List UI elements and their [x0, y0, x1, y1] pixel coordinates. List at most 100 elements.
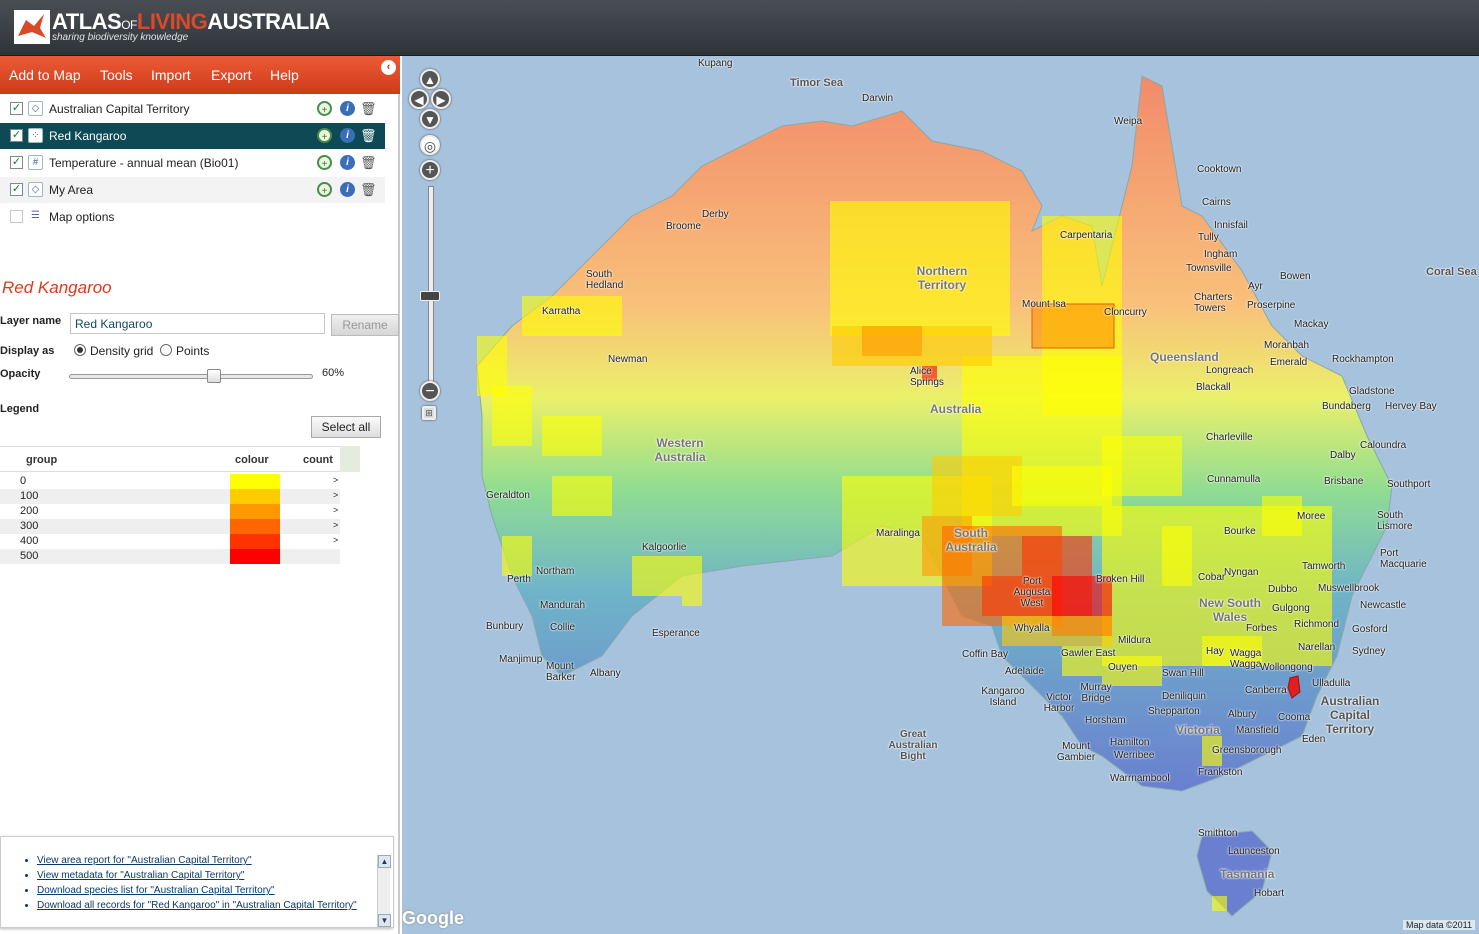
pan-up-icon[interactable]: ▲: [420, 69, 440, 89]
layer-row-act[interactable]: ✓ ◇ Australian Capital Territory + i 🗑: [0, 96, 385, 122]
layer-name-input[interactable]: [70, 313, 325, 334]
tagline: sharing biodiversity knowledge: [52, 32, 189, 43]
info-icon[interactable]: i: [340, 155, 355, 170]
map-label-perth: Perth: [507, 574, 531, 585]
download-records-link[interactable]: Download all records for "Red Kangaroo" …: [37, 898, 357, 913]
view-area-report-link[interactable]: View area report for "Australian Capital…: [37, 853, 357, 868]
links-scrollbar[interactable]: ▲ ▼: [377, 855, 391, 927]
legend-count-value[interactable]: >: [333, 505, 338, 515]
map-label-esperance: Esperance: [652, 628, 700, 639]
layer-checkbox[interactable]: ✓: [10, 156, 23, 169]
map-view[interactable]: Kupang Timor Sea Darwin Weipa Derby Broo…: [402, 56, 1479, 934]
select-all-button[interactable]: Select all: [311, 416, 381, 438]
area-links-box: View area report for "Australian Capital…: [0, 836, 394, 928]
menu-add-to-map[interactable]: Add to Map: [9, 67, 81, 83]
map-label-muswellbrook: Muswellbrook: [1318, 583, 1380, 594]
list-icon: ☰: [28, 209, 43, 224]
legend-col-group[interactable]: group: [26, 454, 57, 466]
menu-import[interactable]: Import: [151, 67, 191, 83]
scroll-down-icon[interactable]: ▼: [378, 914, 391, 927]
points-radio[interactable]: [160, 344, 172, 356]
legend-row[interactable]: 100 >: [0, 489, 340, 504]
trash-icon[interactable]: 🗑: [360, 155, 377, 170]
map-label-act: Australian Capital Territory: [1320, 694, 1380, 736]
scroll-up-icon[interactable]: ▲: [378, 855, 391, 868]
map-label-moree: Moree: [1297, 511, 1326, 522]
layer-checkbox[interactable]: ✓: [10, 102, 23, 115]
view-metadata-link[interactable]: View metadata for "Australian Capital Te…: [37, 868, 357, 883]
layer-checkbox[interactable]: ✓: [10, 210, 23, 223]
download-species-list-link[interactable]: Download species list for "Australian Ca…: [37, 883, 357, 898]
layer-name[interactable]: Red Kangaroo: [49, 129, 126, 143]
zoom-to-layer-icon[interactable]: +: [317, 101, 332, 116]
layer-row-my-area[interactable]: ✓ ◇ My Area + i 🗑: [0, 177, 385, 203]
legend-row[interactable]: 500: [0, 549, 340, 564]
layer-row-red-kangaroo[interactable]: ✓ ⁘ Red Kangaroo + i 🗑: [0, 123, 385, 149]
chevron-left-icon[interactable]: ‹: [381, 60, 396, 75]
zoom-slider-handle[interactable]: [420, 291, 440, 301]
zoom-to-layer-icon[interactable]: +: [317, 182, 332, 197]
legend-count-value[interactable]: >: [333, 535, 338, 545]
layer-row-map-options[interactable]: ✓ ☰ Map options: [0, 204, 385, 230]
trash-icon[interactable]: 🗑: [360, 101, 377, 116]
trash-icon[interactable]: 🗑: [360, 128, 377, 143]
density-grid-radio[interactable]: [74, 344, 86, 356]
density-cell: [1012, 466, 1112, 506]
map-canvas[interactable]: [402, 56, 1479, 934]
zoom-to-layer-icon[interactable]: +: [317, 128, 332, 143]
opacity-slider-track[interactable]: [69, 374, 313, 379]
legend-count-value[interactable]: >: [333, 490, 338, 500]
layer-row-temperature[interactable]: ✓ # Temperature - annual mean (Bio01) + …: [0, 150, 385, 176]
rename-button[interactable]: Rename: [331, 314, 399, 336]
zoom-out-icon[interactable]: −: [420, 381, 440, 401]
pan-right-icon[interactable]: ▶: [431, 89, 451, 109]
points-label[interactable]: Points: [176, 344, 209, 358]
legend-colour-swatch: [230, 534, 280, 549]
density-grid-label[interactable]: Density grid: [90, 344, 153, 358]
layer-name[interactable]: My Area: [49, 183, 93, 197]
zoom-world-icon[interactable]: ◎: [420, 135, 440, 155]
legend-colour-swatch: [230, 489, 280, 504]
brand-living: LIVING: [136, 9, 208, 34]
layer-switcher-icon[interactable]: ⊞: [422, 406, 436, 420]
layer-name[interactable]: Temperature - annual mean (Bio01): [49, 156, 238, 170]
map-label-hamilton: Hamilton: [1110, 737, 1150, 748]
menu-export[interactable]: Export: [211, 67, 251, 83]
legend-count-value[interactable]: >: [333, 520, 338, 530]
map-label-richmond: Richmond: [1294, 619, 1340, 630]
map-label-port-macquarie: Port Macquarie: [1380, 548, 1427, 570]
legend-colour-swatch: [230, 504, 280, 519]
layer-name[interactable]: Map options: [49, 210, 114, 224]
opacity-slider-handle[interactable]: [207, 369, 221, 383]
ala-logo-icon[interactable]: [14, 10, 50, 44]
map-label-northern-territory: Northern Territory: [916, 264, 968, 292]
legend-count-value[interactable]: >: [333, 475, 338, 485]
map-label-brisbane: Brisbane: [1324, 476, 1364, 487]
info-icon[interactable]: i: [340, 101, 355, 116]
layer-name[interactable]: Australian Capital Territory: [49, 102, 190, 116]
menu-tools[interactable]: Tools: [100, 67, 133, 83]
zoom-to-layer-icon[interactable]: +: [317, 155, 332, 170]
legend-row[interactable]: 0 >: [0, 474, 340, 489]
zoom-slider-track[interactable]: [428, 186, 434, 386]
zoom-in-icon[interactable]: +: [420, 160, 440, 180]
legend-col-colour[interactable]: colour: [235, 454, 269, 466]
map-label-townsville: Townsville: [1186, 263, 1232, 274]
trash-icon[interactable]: 🗑: [360, 182, 377, 197]
legend-col-count[interactable]: count: [303, 454, 333, 466]
map-label-queensland: Queensland: [1150, 350, 1219, 364]
menu-help[interactable]: Help: [270, 67, 299, 83]
legend-scroll-corner: [340, 446, 360, 472]
info-icon[interactable]: i: [340, 128, 355, 143]
pan-down-icon[interactable]: ▼: [420, 109, 440, 129]
map-label-bunbury: Bunbury: [486, 621, 524, 632]
info-icon[interactable]: i: [340, 182, 355, 197]
layer-checkbox[interactable]: ✓: [10, 129, 23, 142]
legend-row[interactable]: 200 >: [0, 504, 340, 519]
pan-left-icon[interactable]: ◀: [409, 89, 429, 109]
density-cell: [632, 556, 682, 596]
legend-row[interactable]: 300 >: [0, 519, 340, 534]
legend-row[interactable]: 400 >: [0, 534, 340, 549]
map-label-kangaroo-island: Kangaroo Island: [981, 686, 1025, 708]
layer-checkbox[interactable]: ✓: [10, 183, 23, 196]
